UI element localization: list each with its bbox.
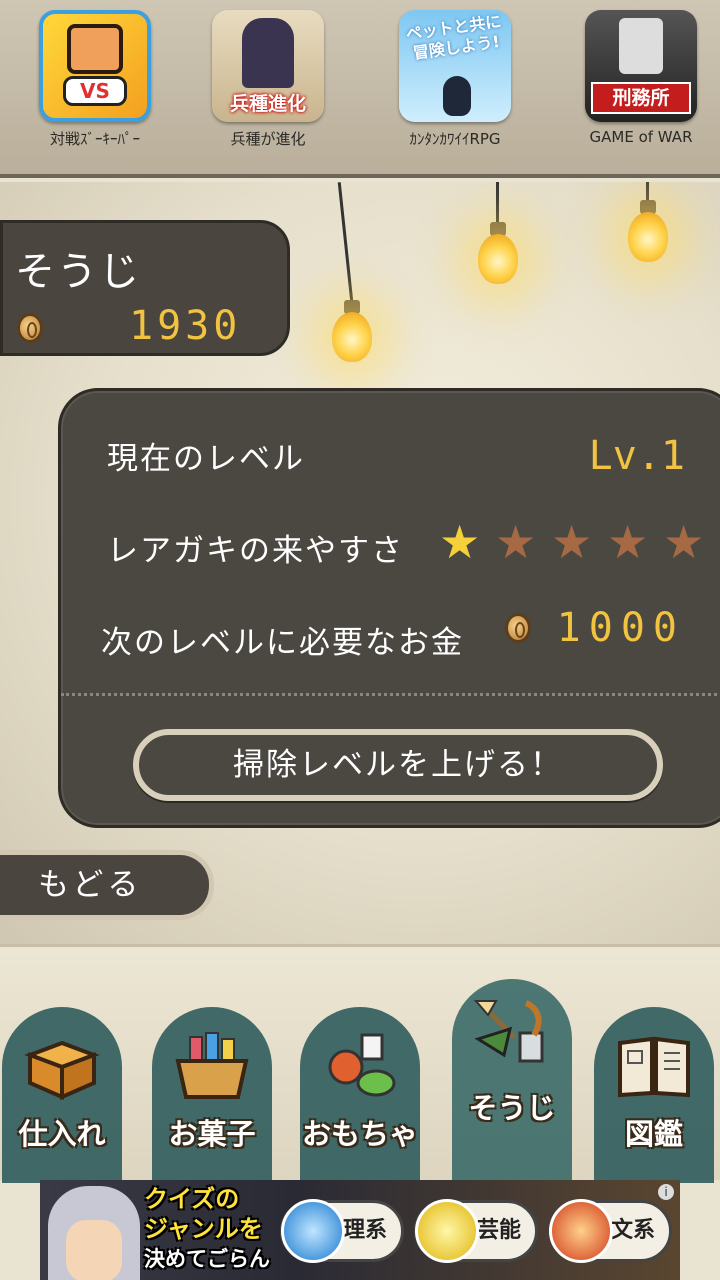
app-link-zookeeper[interactable]: VS 対戦ｽﾞｰｷｰﾊﾟｰ [30,10,160,149]
cleaning-tools-icon [474,1000,544,1063]
ad-line: ジャンルを [144,1215,263,1243]
app-name: GAME of WAR [589,128,693,146]
prison-app-icon: 刑務所 [585,10,697,122]
level-value: Lv.1 [588,433,685,479]
back-button[interactable]: もどる [0,850,214,920]
ad-option-bunkei[interactable]: 文系 [548,1199,672,1263]
snack-basket-icon [175,1032,249,1099]
penguin-app-icon: ペットと共に冒険しよう! [399,10,511,122]
fire-orb-icon [549,1199,613,1263]
box-icon [24,1040,100,1101]
app-link-rpg[interactable]: ペットと共に冒険しよう! ｶﾝﾀﾝｶﾜｲｲRPG [390,10,520,149]
star-empty-icon: ★ [551,515,593,569]
page-title: そうじ [15,249,141,295]
app-link-heishu[interactable]: 兵種進化 兵種が進化 [203,10,333,149]
app-name: ｶﾝﾀﾝｶﾜｲｲRPG [409,130,501,148]
tab-okashi[interactable]: お菓子 [152,1007,272,1183]
tab-shiire[interactable]: 仕入れ [2,1007,122,1183]
money-value: 1930 [129,303,242,349]
ninja-app-icon: 兵種進化 [212,10,324,122]
ad-option-geinou[interactable]: 芸能 [414,1199,538,1263]
app-badge: 兵種進化 [229,93,306,115]
tab-zukan[interactable]: 図鑑 [594,1007,714,1183]
tab-label: 仕入れ [18,1117,106,1151]
coin-icon [505,613,531,643]
tab-omocha[interactable]: おもちゃ [300,1007,420,1183]
level-label: 現在のレベル [107,441,305,477]
header-panel: そうじ 1930 [0,220,290,356]
rarity-stars: ★ ★ ★ ★ ★ [439,519,709,565]
light-bulb-icon [478,234,518,284]
ad-text: クイズの ジャンルを 決めてごらん [144,1184,270,1274]
app-badge: 刑務所 [591,82,691,114]
bottom-nav: 仕入れ お菓子 おもちゃ そうじ 図鑑 [0,944,720,1183]
tab-label: おもちゃ [301,1117,418,1151]
toys-icon [328,1033,396,1097]
app-badge: ペットと共に冒険しよう! [404,11,503,63]
next-cost-value: 1000 [556,605,685,651]
light-bulb-icon [332,312,372,362]
ad-info-icon[interactable]: i [658,1184,674,1200]
ad-banner[interactable]: クイズの ジャンルを 決めてごらん 理系 芸能 文系 i [40,1180,680,1280]
ad-option-label: 文系 [611,1218,656,1243]
rare-label: レアガキの来やすさ [107,533,404,569]
ad-line: クイズの [144,1185,240,1213]
divider [61,693,720,696]
tab-label: そうじ [468,1091,556,1125]
tab-label: お菓子 [168,1117,256,1151]
promo-app-bar: VS 対戦ｽﾞｰｷｰﾊﾟｰ 兵種進化 兵種が進化 ペットと共に冒険しよう! ｶﾝ… [0,0,720,178]
cleaning-level-panel: 現在のレベル Lv.1 レアガキの来やすさ ★ ★ ★ ★ ★ 次のレベルに必要なお金 … [58,388,720,828]
star-empty-icon: ★ [663,515,705,569]
ad-line: 決めてごらん [144,1247,270,1271]
coin-icon [17,313,43,343]
ad-option-label: 理系 [343,1218,388,1243]
upgrade-level-button[interactable]: 掃除レベルを上げる！ [133,729,663,801]
tab-souji[interactable]: そうじ [452,979,572,1183]
light-bulb-icon [628,212,668,262]
lightning-orb-icon [415,1199,479,1263]
ad-option-label: 芸能 [477,1218,522,1243]
ad-character-image [48,1186,140,1280]
vs-monkey-app-icon: VS [39,10,151,122]
app-link-gameofwar[interactable]: 刑務所 GAME of WAR [576,10,706,146]
tab-label: 図鑑 [624,1117,683,1151]
star-filled-icon: ★ [439,515,481,569]
star-empty-icon: ★ [607,515,649,569]
ad-option-rikei[interactable]: 理系 [280,1199,404,1263]
next-cost-label: 次のレベルに必要なお金 [101,625,464,661]
star-empty-icon: ★ [495,515,537,569]
app-name: 兵種が進化 [230,130,306,148]
app-name: 対戦ｽﾞｰｷｰﾊﾟｰ [49,130,140,148]
water-orb-icon [281,1199,345,1263]
book-icon [618,1036,690,1098]
